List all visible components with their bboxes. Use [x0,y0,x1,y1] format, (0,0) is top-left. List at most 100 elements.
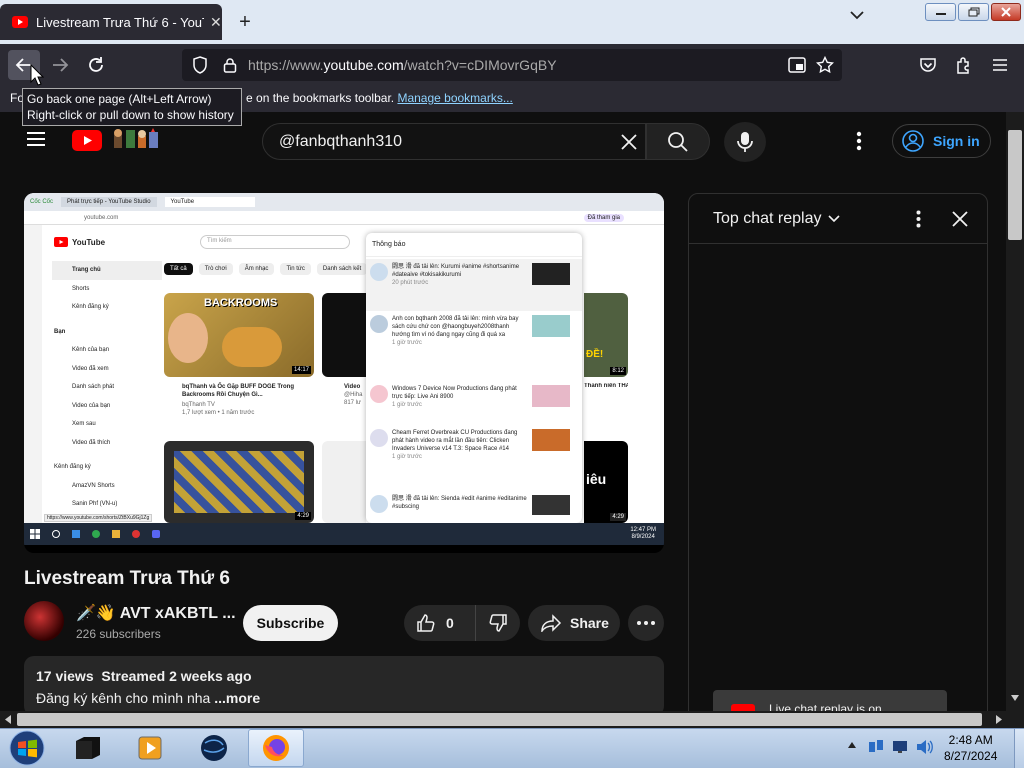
thumbs-down-icon [489,614,507,632]
close-window-button[interactable] [991,3,1021,21]
more-dots-icon [637,621,655,625]
dislike-button[interactable] [476,613,520,633]
pocket-button[interactable] [912,50,944,80]
horizontal-scrollbar[interactable] [0,711,1024,728]
taskbar-clock[interactable]: 2:48 AM 8/27/2024 [944,732,997,764]
embedded-video-thumb: 4:29 [164,441,314,523]
tray-volume-icon[interactable] [916,739,934,755]
tray-display-icon[interactable] [892,740,908,754]
taskbar-app-firefox[interactable] [248,729,304,767]
chat-mode-label[interactable]: Top chat replay [713,210,822,228]
embedded-notif-item: Cheam Ferret Overbreak CU Productions đa… [366,425,582,491]
app-menu-button[interactable] [984,50,1016,80]
embedded-video-thumb [322,441,366,523]
embedded-chips: Tất cả Trò chơi Âm nhạc Tin tức Danh sác… [164,263,368,275]
youtube-favicon-icon [12,16,28,28]
embedded-video-thumb: ĐỀ! 8:12 [584,293,628,377]
chat-more-icon[interactable] [916,210,921,228]
tab-youtube[interactable]: Livestream Trưa Thứ 6 - YouTube ✕ [0,4,222,40]
embedded-clock-time: 12:47 PM [630,527,656,533]
subscribe-button[interactable]: Subscribe [243,605,338,641]
picture-in-picture-icon[interactable] [788,57,806,73]
chat-close-icon[interactable] [951,210,969,228]
embedded-card-meta: 1,7 lượt xem • 1 năm trước [182,410,255,416]
video-title: Livestream Trưa Thứ 6 [24,568,230,589]
vertical-scroll-thumb[interactable] [1008,130,1022,240]
new-tab-button[interactable]: + [232,8,258,36]
scroll-down-arrow-icon[interactable] [1011,695,1019,701]
scroll-left-arrow-icon[interactable] [5,715,11,724]
embedded-notif-time: 1 giờ trước [392,454,422,460]
share-button[interactable]: Share [528,605,620,641]
youtube-doodle-logo[interactable] [112,128,164,150]
settings-dots-icon[interactable] [856,131,862,151]
search-input[interactable]: @fanbqthanh310 [262,123,646,160]
video-player[interactable]: Cốc Cốc Phát trực tiếp - YouTube Studio … [24,193,664,553]
embedded-signed-in: Đã tham gia [583,213,624,222]
embedded-urlbar: youtube.com Đã tham gia [24,211,664,225]
youtube-logo-icon[interactable] [72,130,102,151]
clock-date: 8/27/2024 [944,749,998,763]
bookmarks-hint-end: e on the bookmarks toolbar. [246,91,395,105]
list-all-tabs-icon[interactable] [850,10,864,20]
sign-in-button[interactable]: Sign in [892,124,991,158]
voice-search-button[interactable] [724,122,766,162]
channel-avatar[interactable] [24,601,64,641]
embedded-chip: Tất cả [164,263,193,275]
tab-title: Livestream Trưa Thứ 6 - YouTube [36,14,204,30]
manage-bookmarks-link[interactable]: Manage bookmarks... [397,91,512,105]
view-count: 17 views [36,668,94,684]
channel-name[interactable]: 🗡️👋 AVT xAKBTL ... [76,603,236,623]
taskbar-app-terminal[interactable] [68,732,108,764]
forward-button[interactable] [44,50,76,80]
show-desktop-button[interactable] [1014,729,1024,768]
taskbar-app-media[interactable] [130,732,170,764]
vertical-scrollbar[interactable] [1006,112,1024,712]
embedded-duration: 4:29 [295,512,311,520]
more-actions-button[interactable] [628,605,664,641]
reload-button[interactable] [80,50,112,80]
description-box[interactable]: 17 views Streamed 2 weeks ago Đăng ký kê… [24,656,664,716]
embedded-notif-text: 闘思 滑 đã tải lên: Sienda #edit #anime #ed… [392,496,527,510]
embedded-notif-item: Windows 7 Device Now Productions đang ph… [366,381,582,425]
embedded-duration: 8:12 [610,367,626,375]
embedded-sidebar-item: Kênh của bạn [72,347,110,353]
puzzle-icon [957,57,969,74]
chevron-down-icon[interactable] [827,214,840,223]
embedded-chip: Danh sách kết [316,263,368,275]
like-button[interactable]: 0 [404,605,476,641]
tracking-protection-icon[interactable] [184,56,216,74]
search-icon [668,131,688,152]
lock-icon[interactable] [216,57,244,73]
embedded-notif-list: 闘思 滑 đã tải lên: Kurumi #anime #shortsan… [366,259,582,519]
tab-close-icon[interactable]: ✕ [210,14,222,31]
embedded-chip: Tin tức [280,263,311,275]
scroll-right-arrow-icon[interactable] [996,715,1002,724]
embedded-card-meta: 817 lư [344,400,362,406]
search-button[interactable] [646,123,710,160]
start-button[interactable] [6,729,48,767]
embedded-sidebar-item: Trang chủ [52,261,162,280]
tray-expand-icon[interactable] [848,742,856,748]
extensions-button[interactable] [948,50,980,80]
like-dislike-group: 0 [404,605,520,641]
taskbar-app-browser[interactable] [194,732,234,764]
like-count: 0 [446,615,454,631]
embedded-notif-text: Windows 7 Device Now Productions đang ph… [392,386,517,400]
horizontal-scroll-thumb[interactable] [17,713,982,726]
bookmark-star-icon[interactable] [816,56,834,74]
thumbs-up-icon [417,614,435,632]
tray-network-icon[interactable] [868,739,884,755]
search-query: @fanbqthanh310 [279,132,403,150]
live-chat-panel: Top chat replay Live chat replay is on [688,193,988,724]
embedded-tab-1: Phát trực tiếp - YouTube Studio [61,197,157,207]
embedded-sidebar-item: Video của bạn [72,402,111,409]
share-label: Share [570,615,609,631]
clear-search-icon[interactable] [619,132,639,152]
back-button-tooltip: Go back one page (Alt+Left Arrow) Right-… [22,88,242,126]
minimize-button[interactable] [925,3,956,21]
restore-button[interactable] [958,3,989,21]
url-bar[interactable]: https://www.youtube.com/watch?v=cDIMovrG… [182,49,842,81]
guide-menu-icon[interactable] [26,131,46,147]
description-more-link[interactable]: ...more [214,690,260,706]
